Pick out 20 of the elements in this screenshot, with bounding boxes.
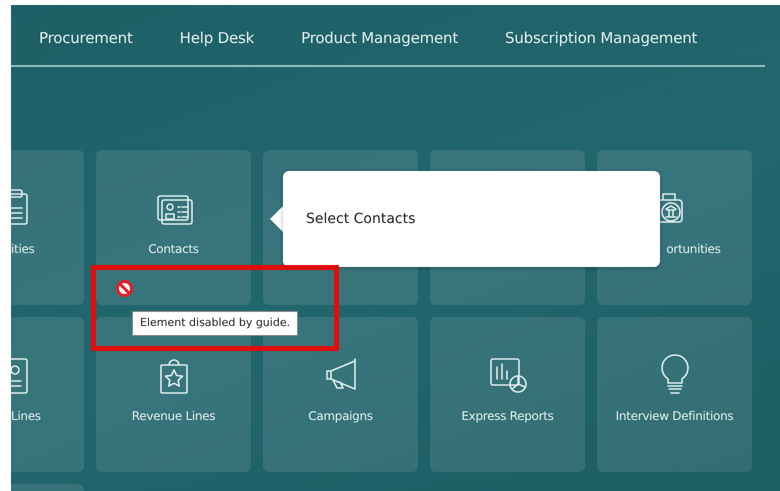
tile-label: Interview Definitions (616, 409, 734, 425)
tile-label: Campaigns (308, 409, 373, 425)
nav-link[interactable]: Help Desk (180, 27, 254, 50)
nav-link[interactable]: Procurement (39, 27, 133, 50)
tile-label: Lines (11, 409, 41, 425)
tooltip-text: Element disabled by guide. (132, 311, 298, 336)
tile-label: Revenue Lines (132, 409, 216, 425)
app-tile[interactable]: Lines (11, 317, 84, 472)
nav-link[interactable]: Product Management (301, 27, 458, 50)
tile-label: Express Reports (461, 409, 554, 425)
app-tile[interactable]: Express Reports (430, 317, 585, 472)
app-tile[interactable]: ities (11, 150, 84, 305)
tile-label: Contacts (148, 242, 199, 258)
tile-label: ortunities (666, 242, 721, 258)
app-tile[interactable]: Interview Definitions (597, 317, 752, 472)
nav-link[interactable]: Subscription Management (505, 27, 698, 50)
blocked-icon (116, 280, 133, 297)
app-tile[interactable]: Contacts (96, 150, 251, 305)
tile-label: ities (11, 242, 35, 258)
popup-text: Select Contacts (306, 210, 416, 228)
